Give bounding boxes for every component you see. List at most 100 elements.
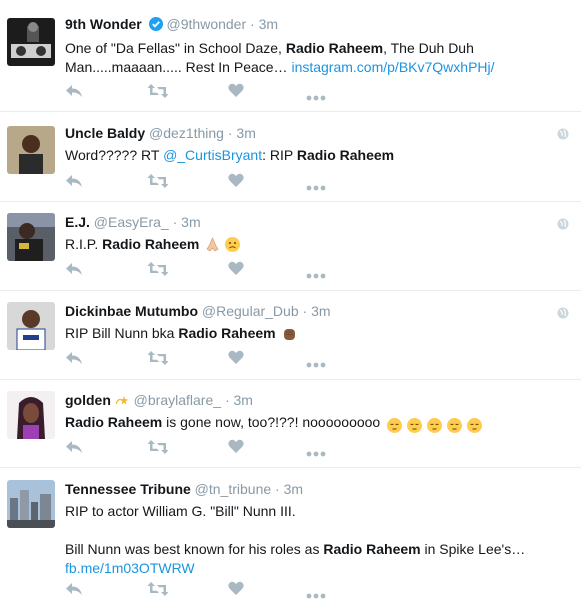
more-button[interactable] [306,178,326,196]
pensive-face-emoji [466,418,482,433]
highlighted-term: Radio Raheem [65,414,163,430]
retweet-icon [147,84,169,103]
tweet-text: Radio Raheem is gone now, too?!??! noooo… [65,413,569,435]
handle[interactable]: @dez1thing [149,125,224,141]
timestamp[interactable]: 3m [284,481,303,497]
more-button[interactable] [306,444,326,462]
display-name[interactable]: Dickinbae Mutumbo [65,303,198,319]
tweet-feed: 9th Wonder @9thwonder · 3m One of "Da Fe… [0,0,581,599]
tweet-link[interactable]: instagram.com/p/BKv7QwxhPHj/ [291,59,494,75]
timestamp[interactable]: 3m [311,303,330,319]
tweet-header: E.J. @EasyEra_ · 3m [65,213,569,231]
more-button[interactable] [306,586,326,604]
heart-icon [228,350,244,369]
reply-icon [65,85,83,103]
display-name[interactable]: E.J. [65,214,90,230]
tweet-text: R.I.P. Radio Raheem [65,235,569,254]
retweet-button[interactable] [147,83,169,104]
tweet[interactable]: Dickinbae Mutumbo @Regular_Dub · 3m RIP … [0,291,581,380]
display-name[interactable]: 9th Wonder [65,16,142,32]
handle[interactable]: @Regular_Dub [202,303,299,319]
handle[interactable]: @tn_tribune [195,481,271,497]
tweet[interactable]: golden @braylaflare_ · 3m Radio Raheem i… [0,380,581,468]
like-button[interactable] [228,581,244,601]
timestamp[interactable]: 3m [181,214,200,230]
separator-dot: · [250,16,255,32]
tweet-header: 9th Wonder @9thwonder · 3m [65,15,569,35]
more-button[interactable] [306,355,326,373]
retweet-icon [147,174,169,193]
tweet-actions [65,259,365,279]
reply-button[interactable] [65,173,83,194]
text-segment: RIP Bill Nunn bka [65,325,179,341]
highlighted-term: Radio Raheem [323,541,421,557]
handle[interactable]: @braylaflare_ [134,392,221,408]
like-button[interactable] [228,83,244,103]
more-button[interactable] [306,266,326,284]
like-button[interactable] [228,439,244,459]
timestamp[interactable]: 3m [234,392,253,408]
reply-icon [65,175,83,193]
tweet[interactable]: Tennessee Tribune @tn_tribune · 3m RIP t… [0,468,581,599]
tweet-link[interactable]: fb.me/1m03OTWRW [65,559,569,578]
avatar[interactable] [7,18,55,66]
avatar[interactable] [7,126,55,174]
highlighted-term: Radio Raheem [178,325,276,341]
reply-button[interactable] [65,83,83,104]
like-button[interactable] [228,173,244,193]
highlighted-term: Radio Raheem [285,40,384,56]
reply-icon [65,583,83,601]
text-segment: R.I.P. [65,236,103,252]
verified-badge-icon [148,17,163,35]
separator-dot: · [302,303,308,319]
timestamp[interactable]: 3m [236,125,255,141]
reply-button[interactable] [65,350,83,371]
text-segment: One of "Da Fellas" in School Daze, [65,40,286,56]
mention-link[interactable]: @_CurtisBryant [163,147,262,163]
avatar[interactable] [7,480,55,528]
tweet-header: Dickinbae Mutumbo @Regular_Dub · 3m [65,302,569,320]
reply-button[interactable] [65,439,83,460]
tweet[interactable]: Uncle Baldy @dez1thing · 3m Word????? RT… [0,112,581,202]
timestamp[interactable]: 3m [259,16,278,32]
handle[interactable]: @9thwonder [167,16,247,32]
tweet-text: RIP Bill Nunn bka Radio Raheem [65,324,569,343]
reply-icon [65,263,83,281]
heart-icon [228,439,244,458]
tweet[interactable]: 9th Wonder @9thwonder · 3m One of "Da Fe… [0,0,581,112]
highlighted-term: Radio Raheem [296,147,395,163]
retweet-icon [147,262,169,281]
more-icon [306,266,326,283]
retweet-button[interactable] [147,261,169,282]
tweet-header: Uncle Baldy @dez1thing · 3m [65,124,569,142]
reply-button[interactable] [65,261,83,282]
avatar[interactable] [7,302,55,350]
tweet-actions [65,579,365,599]
separator-dot: · [172,214,178,230]
heart-icon [228,261,244,280]
like-button[interactable] [228,350,244,370]
handle[interactable]: @EasyEra_ [94,214,169,230]
avatar[interactable] [7,391,55,439]
praying-hands-emoji [205,237,220,252]
dizzy-emoji [115,393,130,407]
reply-icon [65,441,83,459]
retweet-button[interactable] [147,439,169,460]
display-name[interactable]: golden [65,392,111,408]
text-segment: : RIP [262,147,297,163]
avatar[interactable] [7,213,55,261]
text-line: RIP to actor William G. "Bill" Nunn III. [65,503,296,519]
tweet[interactable]: E.J. @EasyEra_ · 3m R.I.P. Radio Raheem [0,202,581,291]
more-button[interactable] [306,88,326,106]
heart-icon [228,173,244,192]
more-icon [306,586,326,603]
more-icon [306,178,326,195]
retweet-icon [147,582,169,601]
heart-icon [228,83,244,102]
like-button[interactable] [228,261,244,281]
display-name[interactable]: Tennessee Tribune [65,481,191,497]
more-icon [306,88,326,105]
retweet-button[interactable] [147,350,169,371]
display-name[interactable]: Uncle Baldy [65,125,145,141]
retweet-button[interactable] [147,173,169,194]
